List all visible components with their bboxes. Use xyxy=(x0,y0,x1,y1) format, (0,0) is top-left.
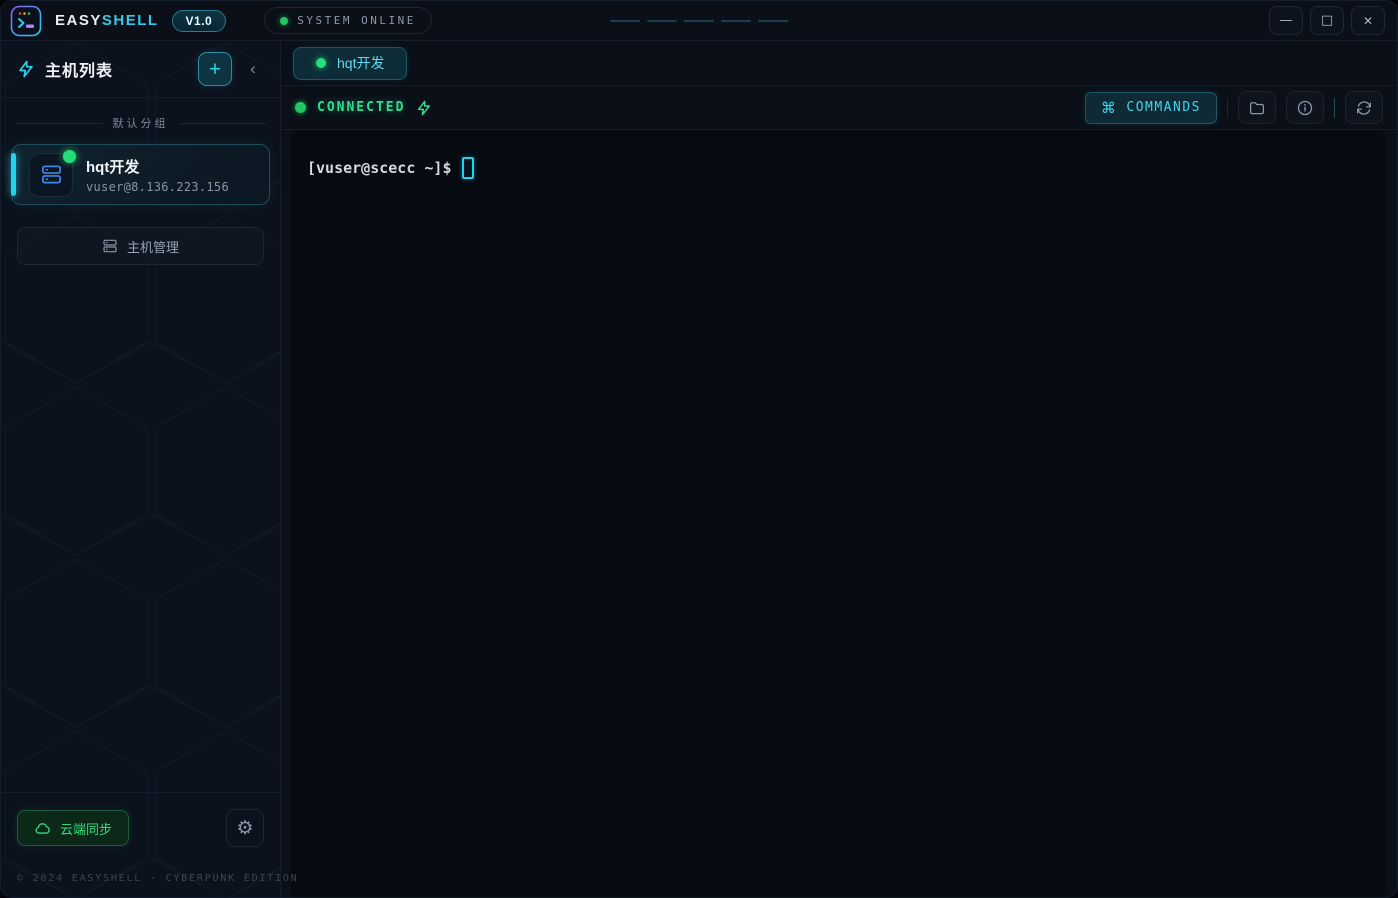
folder-icon xyxy=(1248,99,1266,117)
system-status-label: SYSTEM ONLINE xyxy=(297,14,416,27)
info-icon xyxy=(1296,99,1314,117)
terminal-cursor xyxy=(462,157,474,179)
refresh-icon xyxy=(1355,99,1373,117)
commands-label: COMMANDS xyxy=(1126,100,1201,115)
toolbar-divider xyxy=(1334,98,1335,118)
host-list-title: 主机列表 xyxy=(45,57,113,81)
tab-bar: hqt开发 xyxy=(281,41,1397,86)
settings-button[interactable]: ⚙ xyxy=(226,809,264,847)
host-manage-button[interactable]: 主机管理 xyxy=(17,227,264,265)
host-manage-label: 主机管理 xyxy=(127,237,179,256)
file-manager-button[interactable] xyxy=(1238,91,1276,124)
group-divider: 默认分组 xyxy=(15,115,266,131)
refresh-button[interactable] xyxy=(1345,91,1383,124)
host-address: vuser@8.136.223.156 xyxy=(86,180,229,194)
app-title: EASYSHELL xyxy=(55,12,159,29)
maximize-button[interactable]: □ xyxy=(1310,6,1344,35)
info-button[interactable] xyxy=(1286,91,1324,124)
terminal-prompt: [vuser@scecc ~]$ xyxy=(307,159,452,177)
sidebar: 主机列表 + ‹ 默认分组 xyxy=(1,41,281,897)
cloud-icon xyxy=(34,820,51,837)
tab-status-dot xyxy=(316,58,326,68)
host-meta: hqt开发 vuser@8.136.223.156 xyxy=(86,156,229,194)
minimize-button[interactable]: — xyxy=(1269,6,1303,35)
cloud-sync-label: 云端同步 xyxy=(60,819,112,838)
close-button[interactable]: ✕ xyxy=(1351,6,1385,35)
titlebar: EASYSHELL V1.0 SYSTEM ONLINE — □ ✕ xyxy=(1,1,1397,41)
main-area: hqt开发 CONNECTED ⌘ COMMANDS xyxy=(281,41,1397,897)
app-logo-icon xyxy=(10,5,42,37)
version-badge: V1.0 xyxy=(172,10,227,32)
terminal-panel[interactable]: [vuser@scecc ~]$ xyxy=(291,130,1385,897)
lightning-icon xyxy=(17,60,35,78)
group-label: 默认分组 xyxy=(113,115,169,131)
tab-label: hqt开发 xyxy=(337,53,384,73)
window-controls: — □ ✕ xyxy=(1269,6,1385,35)
commands-button[interactable]: ⌘ COMMANDS xyxy=(1085,92,1217,124)
command-icon: ⌘ xyxy=(1101,99,1118,117)
session-tab[interactable]: hqt开发 xyxy=(293,47,407,80)
status-toolbar: ⌘ COMMANDS xyxy=(1085,91,1383,124)
server-icon xyxy=(29,153,73,197)
host-list-item[interactable]: hqt开发 vuser@8.136.223.156 xyxy=(11,144,270,205)
cloud-sync-button[interactable]: 云端同步 xyxy=(17,810,129,846)
status-bar: CONNECTED ⌘ COMMANDS xyxy=(281,86,1397,130)
toolbar-divider xyxy=(1227,98,1228,118)
collapse-sidebar-button[interactable]: ‹ xyxy=(242,52,264,86)
terminal-line: [vuser@scecc ~]$ xyxy=(307,157,1369,179)
host-online-dot xyxy=(63,150,76,163)
connection-lightning-icon xyxy=(416,100,432,116)
host-name: hqt开发 xyxy=(86,156,229,177)
add-host-button[interactable]: + xyxy=(198,52,232,86)
copyright-text: © 2024 EASYSHELL · CYBERPUNK EDITION xyxy=(17,873,264,884)
connection-status-label: CONNECTED xyxy=(317,100,405,115)
sidebar-footer: 云端同步 ⚙ © 2024 EASYSHELL · CYBERPUNK EDIT… xyxy=(1,792,280,897)
server-manage-icon xyxy=(102,238,118,254)
sidebar-header: 主机列表 + ‹ xyxy=(1,41,280,98)
active-accent-bar xyxy=(11,153,16,196)
connection-dot xyxy=(295,102,306,113)
titlebar-decorative-dashes xyxy=(610,20,788,22)
status-dot xyxy=(280,17,288,25)
gear-icon: ⚙ xyxy=(236,819,253,838)
system-status-badge: SYSTEM ONLINE xyxy=(264,7,432,34)
app-window: EASYSHELL V1.0 SYSTEM ONLINE — □ ✕ xyxy=(0,0,1398,898)
